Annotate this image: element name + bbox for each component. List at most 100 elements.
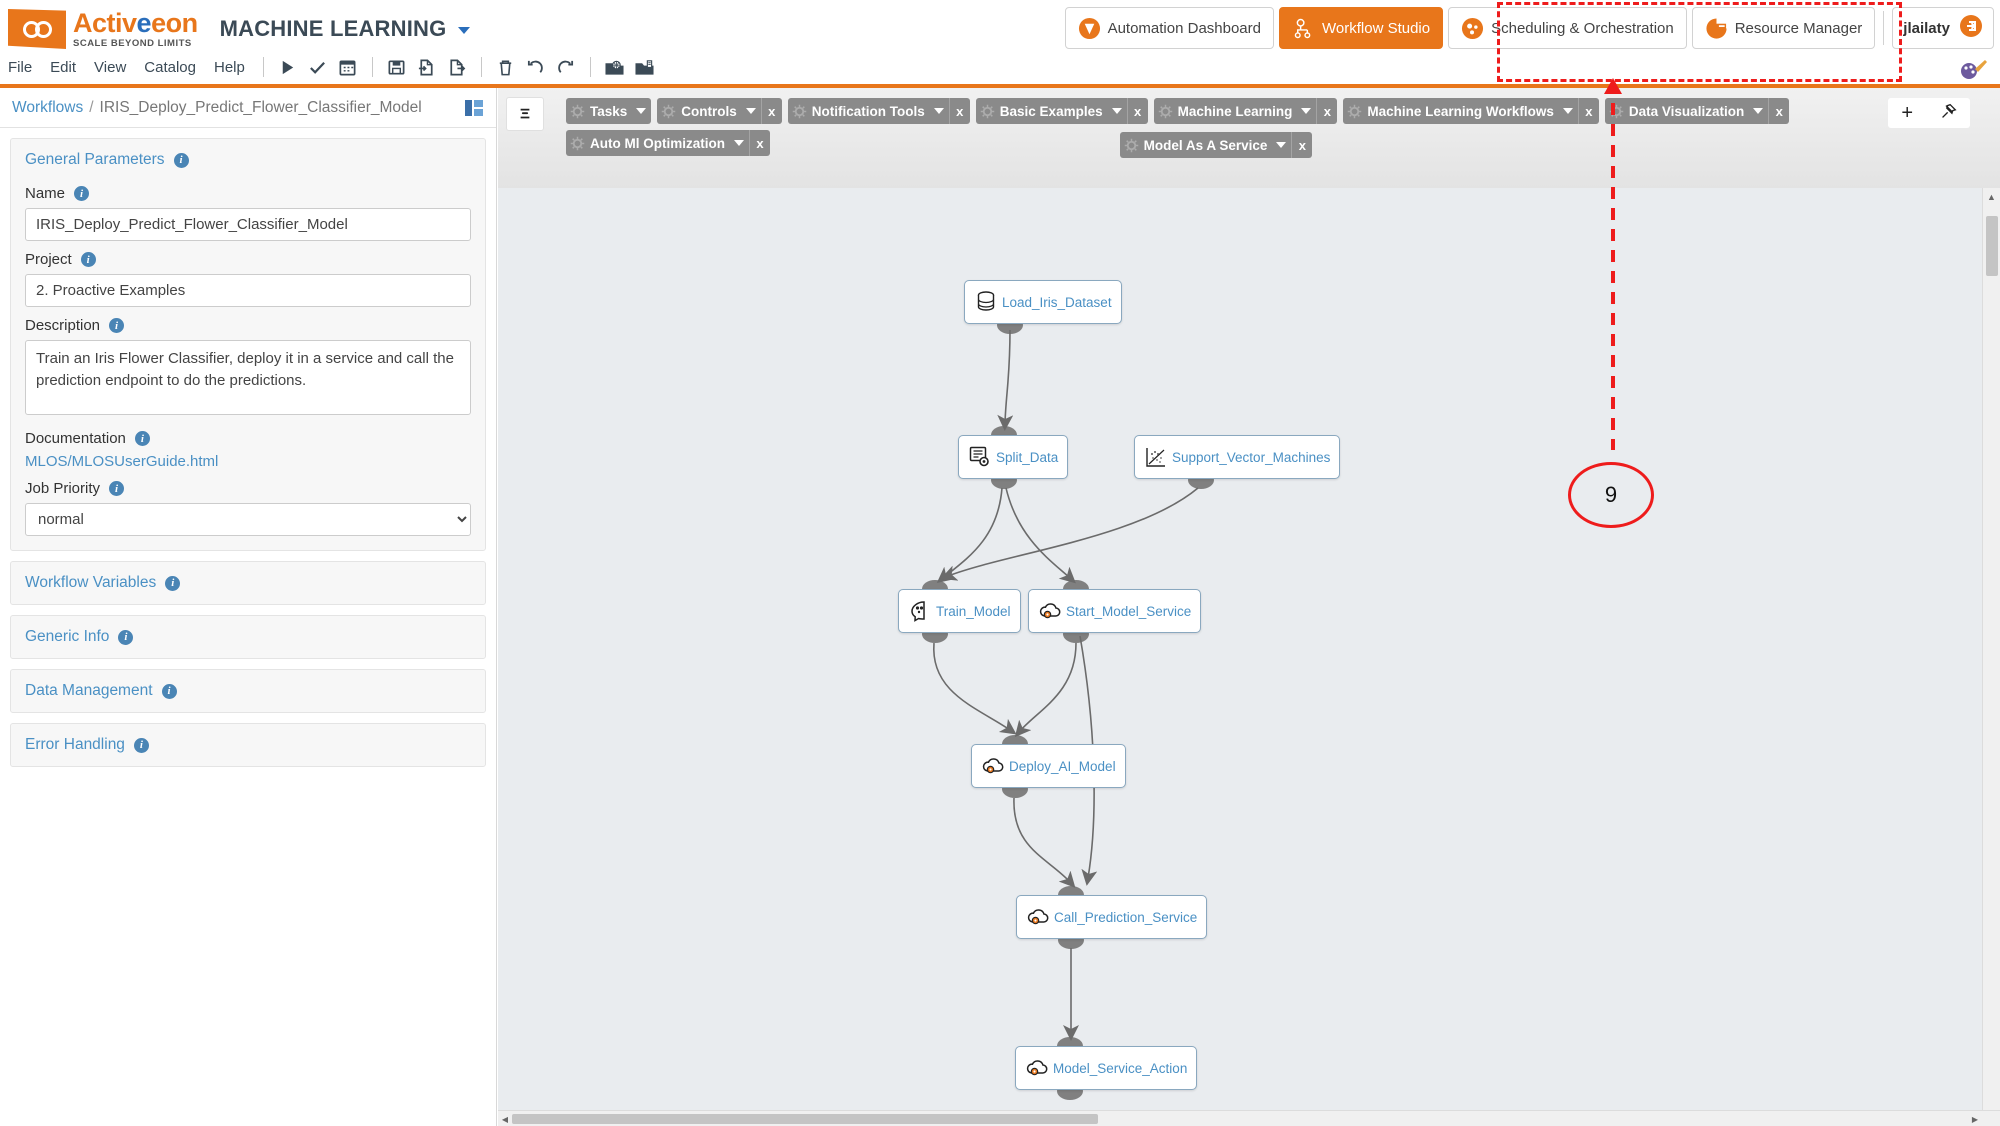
workflow-graph[interactable]: Load_Iris_Dataset Split_Data Support_Vec… <box>498 188 1982 1110</box>
close-icon[interactable]: x <box>1768 98 1789 124</box>
menu-file[interactable]: File <box>0 59 41 76</box>
palette-tab-basic-examples[interactable]: Basic Examples x <box>975 98 1148 124</box>
close-icon[interactable]: x <box>760 98 782 124</box>
chevron-down-icon[interactable] <box>1276 142 1287 148</box>
calendar-icon[interactable] <box>335 55 361 79</box>
section-general-parameters-header[interactable]: General Parameters i <box>11 139 485 181</box>
export-icon[interactable] <box>444 55 470 79</box>
close-icon[interactable]: x <box>1291 132 1312 158</box>
palette-tab-notification-tools[interactable]: Notification Tools x <box>787 98 970 124</box>
info-icon[interactable]: i <box>133 737 149 753</box>
nav-workflow-studio[interactable]: Workflow Studio <box>1279 7 1444 49</box>
import-icon[interactable] <box>414 55 440 79</box>
info-icon[interactable]: i <box>165 575 181 591</box>
palette-tab-data-visualization[interactable]: Data Visualization x <box>1604 98 1790 124</box>
chevron-down-icon[interactable] <box>1301 108 1312 114</box>
section-error-handling: Error Handling i <box>10 723 486 767</box>
section-generic-info-header[interactable]: Generic Info i <box>11 616 485 658</box>
brand-logo[interactable]: Activeeon SCALE BEYOND LIMITS <box>0 9 198 49</box>
palette-tab-label: Data Visualization <box>1628 103 1745 119</box>
chevron-down-icon[interactable] <box>1753 108 1764 114</box>
chevron-down-icon[interactable] <box>1111 108 1122 114</box>
workflow-node-call-prediction-service[interactable]: Call_Prediction_Service <box>1016 895 1208 939</box>
documentation-link[interactable]: MLOS/MLOSUserGuide.html <box>25 453 471 470</box>
info-icon[interactable]: i <box>109 318 125 333</box>
layout-toggle-icon[interactable] <box>464 98 484 118</box>
menu-help[interactable]: Help <box>205 59 254 76</box>
workflow-node-split-data[interactable]: Split_Data <box>958 435 1069 479</box>
menu-view[interactable]: View <box>85 59 135 76</box>
theme-paint-icon[interactable] <box>1958 58 1988 82</box>
workflow-node-train-model[interactable]: Train_Model <box>898 589 1021 633</box>
app-title: MACHINE LEARNING <box>220 16 471 42</box>
split-icon <box>968 445 992 469</box>
save-icon[interactable] <box>384 55 410 79</box>
project-input[interactable] <box>25 274 471 307</box>
vertical-scroll-thumb[interactable] <box>1986 216 1998 276</box>
scroll-up-icon[interactable]: ▲ <box>1983 188 2000 205</box>
add-palette-button[interactable]: + <box>1901 103 1913 123</box>
close-icon[interactable]: x <box>1577 98 1599 124</box>
info-icon[interactable]: i <box>134 431 150 446</box>
delete-icon[interactable] <box>493 55 519 79</box>
menu-catalog[interactable]: Catalog <box>135 59 205 76</box>
breadcrumb-workflows-link[interactable]: Workflows <box>12 99 83 117</box>
workflow-node-support-vector-machines[interactable]: Support_Vector_Machines <box>1134 435 1341 479</box>
workflow-node-deploy-ai-model[interactable]: Deploy_AI_Model <box>971 744 1126 788</box>
chevron-down-icon[interactable] <box>636 108 647 114</box>
description-textarea[interactable] <box>25 340 471 415</box>
palette-tab-machine-learning-workflows[interactable]: Machine Learning Workflows x <box>1343 98 1599 124</box>
name-input[interactable] <box>25 208 471 241</box>
validate-icon[interactable] <box>305 55 331 79</box>
palette-tab-model-as-a-service[interactable]: Model As A Service x <box>1119 132 1313 158</box>
palette-tab-tasks[interactable]: Tasks <box>566 98 652 124</box>
user-menu-button[interactable]: jlailaty <box>1892 7 1994 49</box>
section-title: Data Management <box>25 682 153 699</box>
info-icon[interactable]: i <box>109 481 125 496</box>
close-icon[interactable]: x <box>948 98 970 124</box>
chevron-down-icon[interactable] <box>745 108 756 114</box>
close-icon[interactable]: x <box>1316 98 1337 124</box>
nav-automation-dashboard[interactable]: Automation Dashboard <box>1064 7 1274 49</box>
gear-icon <box>1347 104 1362 119</box>
section-data-management: Data Management i <box>10 669 486 713</box>
publish-catalog-icon[interactable] <box>632 55 658 79</box>
info-icon[interactable]: i <box>173 152 189 168</box>
redo-icon[interactable] <box>553 55 579 79</box>
horizontal-scroll-thumb[interactable] <box>512 1114 1098 1124</box>
info-icon[interactable]: i <box>74 186 90 201</box>
workflow-node-model-service-action[interactable]: Model_Service_Action <box>1015 1046 1198 1090</box>
node-label: Call_Prediction_Service <box>1054 909 1198 925</box>
info-icon[interactable]: i <box>161 683 177 699</box>
job-priority-select[interactable]: normal <box>25 503 471 536</box>
section-workflow-variables-header[interactable]: Workflow Variables i <box>11 562 485 604</box>
section-title: Workflow Variables <box>25 574 157 591</box>
menu-edit[interactable]: Edit <box>41 59 85 76</box>
gear-icon <box>980 104 995 119</box>
palette-tab-machine-learning[interactable]: Machine Learning x <box>1153 98 1338 124</box>
info-icon[interactable]: i <box>80 252 96 267</box>
section-error-handling-header[interactable]: Error Handling i <box>11 724 485 766</box>
canvas-horizontal-scrollbar[interactable]: ◀ ▶ <box>498 1110 2000 1126</box>
scroll-right-icon[interactable]: ▶ <box>1968 1111 1982 1126</box>
section-generic-info: Generic Info i <box>10 615 486 659</box>
palette-collapse-button[interactable] <box>506 97 544 131</box>
section-data-management-header[interactable]: Data Management i <box>11 670 485 712</box>
project-label: Project <box>25 251 72 268</box>
execute-icon[interactable] <box>275 55 301 79</box>
palette-tab-controls[interactable]: Controls x <box>657 98 782 124</box>
pin-icon[interactable] <box>1940 103 1957 124</box>
close-icon[interactable]: x <box>1126 98 1148 124</box>
brain-icon <box>908 599 932 623</box>
scroll-left-icon[interactable]: ◀ <box>498 1111 512 1126</box>
app-switcher-caret-icon[interactable] <box>458 26 471 34</box>
canvas-vertical-scrollbar[interactable]: ▲ <box>1982 188 2000 1110</box>
info-icon[interactable]: i <box>118 629 134 645</box>
node-label: Split_Data <box>996 449 1059 465</box>
undo-icon[interactable] <box>523 55 549 79</box>
workflow-node-start-model-service[interactable]: Start_Model_Service <box>1028 589 1202 633</box>
chevron-down-icon[interactable] <box>933 108 944 114</box>
open-catalog-icon[interactable] <box>602 55 628 79</box>
chevron-down-icon[interactable] <box>1562 108 1573 114</box>
workflow-node-load-iris-dataset[interactable]: Load_Iris_Dataset <box>964 280 1122 324</box>
